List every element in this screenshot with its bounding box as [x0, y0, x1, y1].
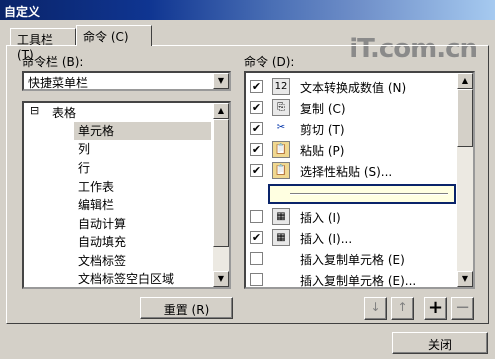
command-label: 插入复制单元格 (E)...: [300, 274, 417, 288]
checkbox[interactable]: [250, 210, 263, 223]
checkbox[interactable]: ✔: [250, 231, 263, 244]
tree-item-label: 自动填充: [78, 235, 127, 249]
tree-item-label: 工作表: [78, 180, 115, 194]
insert-icon: ▦: [272, 208, 290, 225]
tree-item-label: 编辑栏: [78, 198, 115, 212]
scroll-thumb[interactable]: [213, 119, 229, 247]
command-row[interactable]: ✔ ⎘ 复制 (C): [246, 97, 456, 118]
tree-item-label: 表格: [52, 106, 77, 120]
commandbar-label: 命令栏 (B):: [22, 55, 84, 69]
command-label: 插入 (I)...: [300, 232, 353, 246]
move-up-button[interactable]: ↑: [391, 297, 414, 320]
insert-icon: ▦: [272, 229, 290, 246]
tree-item[interactable]: 自动计算: [78, 215, 126, 233]
checkbox[interactable]: [250, 252, 263, 265]
command-label: 剪切 (T): [300, 123, 345, 137]
tree-item-label: 文档标签: [78, 254, 127, 268]
tree-item-label: 文档标签空白区域: [78, 272, 175, 286]
commands-list[interactable]: ✔ 12 文本转换成数值 (N) ✔ ⎘ 复制 (C) ✔ ✂ 剪切 (T) ✔…: [244, 71, 475, 289]
command-row[interactable]: ✔ ▦ 插入 (I)...: [246, 227, 456, 248]
tree-scrollbar[interactable]: ▲ ▼: [213, 103, 229, 287]
tree-item[interactable]: 单元格: [74, 122, 211, 140]
command-label: 粘贴 (P): [300, 144, 345, 158]
checkbox[interactable]: [250, 273, 263, 286]
move-down-button[interactable]: ↓: [364, 297, 387, 320]
reset-button[interactable]: 重置 (R): [140, 297, 233, 319]
copy-icon: ⎘: [272, 99, 290, 116]
scroll-thumb[interactable]: [457, 89, 473, 147]
tree-item[interactable]: 自动填充: [78, 233, 126, 251]
command-row[interactable]: ✔ ✂ 剪切 (T): [246, 118, 456, 139]
checkbox[interactable]: ✔: [250, 80, 263, 93]
command-label: 文本转换成数值 (N): [300, 81, 407, 95]
command-row[interactable]: ✔ 📋 选择性粘贴 (S)...: [246, 160, 456, 181]
scissors-icon: ✂: [276, 122, 286, 133]
checkbox[interactable]: ✔: [250, 164, 263, 177]
tree-item-label: 自动计算: [78, 217, 127, 231]
collapse-icon[interactable]: ⊟: [30, 104, 39, 117]
tree-item[interactable]: 文档标签: [78, 252, 126, 270]
window-title: 自定义: [4, 5, 41, 19]
command-label: 复制 (C): [300, 102, 346, 116]
command-row[interactable]: 插入复制单元格 (E): [246, 248, 456, 269]
commands-label: 命令 (D):: [244, 55, 295, 69]
add-command-button[interactable]: +: [424, 297, 447, 320]
tree-item[interactable]: 列: [78, 140, 90, 158]
command-row[interactable]: ✔ 📋 粘贴 (P): [246, 139, 456, 160]
command-row[interactable]: 插入复制单元格 (E)...: [246, 269, 456, 288]
checkbox[interactable]: ✔: [250, 122, 263, 135]
checkbox[interactable]: ✔: [250, 143, 263, 156]
tab-commands-label: 命令 (C): [83, 30, 129, 44]
tab-commands[interactable]: 命令 (C): [76, 25, 152, 46]
close-button[interactable]: 关闭: [392, 332, 488, 354]
command-row[interactable]: ▦ 插入 (I): [246, 206, 456, 227]
separator-row[interactable]: [268, 184, 456, 204]
scroll-up-icon[interactable]: ▲: [213, 103, 229, 119]
command-label: 选择性粘贴 (S)...: [300, 165, 393, 179]
commands-scrollbar[interactable]: ▲ ▼: [457, 73, 473, 287]
tree-item[interactable]: 图表: [52, 287, 76, 289]
title-bar: 自定义: [0, 0, 495, 20]
scroll-up-icon[interactable]: ▲: [457, 73, 473, 89]
scroll-down-icon[interactable]: ▼: [213, 271, 229, 287]
text-convert-icon: 12: [272, 78, 290, 95]
remove-command-button[interactable]: −: [451, 297, 474, 320]
scroll-down-icon[interactable]: ▼: [457, 271, 473, 287]
paste-icon: 📋: [272, 141, 290, 158]
separator-line: [290, 193, 448, 195]
tree-item-label: 单元格: [78, 124, 115, 138]
tree-item[interactable]: 工作表: [78, 178, 114, 196]
tree-item[interactable]: ⊟ 表格: [28, 104, 213, 122]
tab-toolbars[interactable]: 工具栏 (T): [10, 28, 76, 62]
chevron-down-icon[interactable]: ▼: [213, 73, 229, 89]
tree-item[interactable]: 编辑栏: [78, 196, 114, 214]
command-label: 插入 (I): [300, 211, 341, 225]
tree-item[interactable]: 文档标签空白区域: [78, 270, 175, 287]
command-row[interactable]: ✔ 12 文本转换成数值 (N): [246, 76, 456, 97]
category-tree[interactable]: ⊟ 表格 单元格 列 行 工作表 编辑栏 自动计算 自动填充 文档标签 文档标签…: [22, 101, 231, 289]
checkbox[interactable]: ✔: [250, 101, 263, 114]
tree-item-label: 列: [78, 142, 91, 156]
command-label: 插入复制单元格 (E): [300, 253, 405, 267]
tree-item[interactable]: 行: [78, 159, 90, 177]
paste-special-icon: 📋: [272, 162, 290, 179]
commandbar-select[interactable]: 快捷菜单栏 ▼: [22, 71, 231, 91]
tree-item-label: 行: [78, 161, 91, 175]
commandbar-value: 快捷菜单栏: [28, 76, 89, 90]
